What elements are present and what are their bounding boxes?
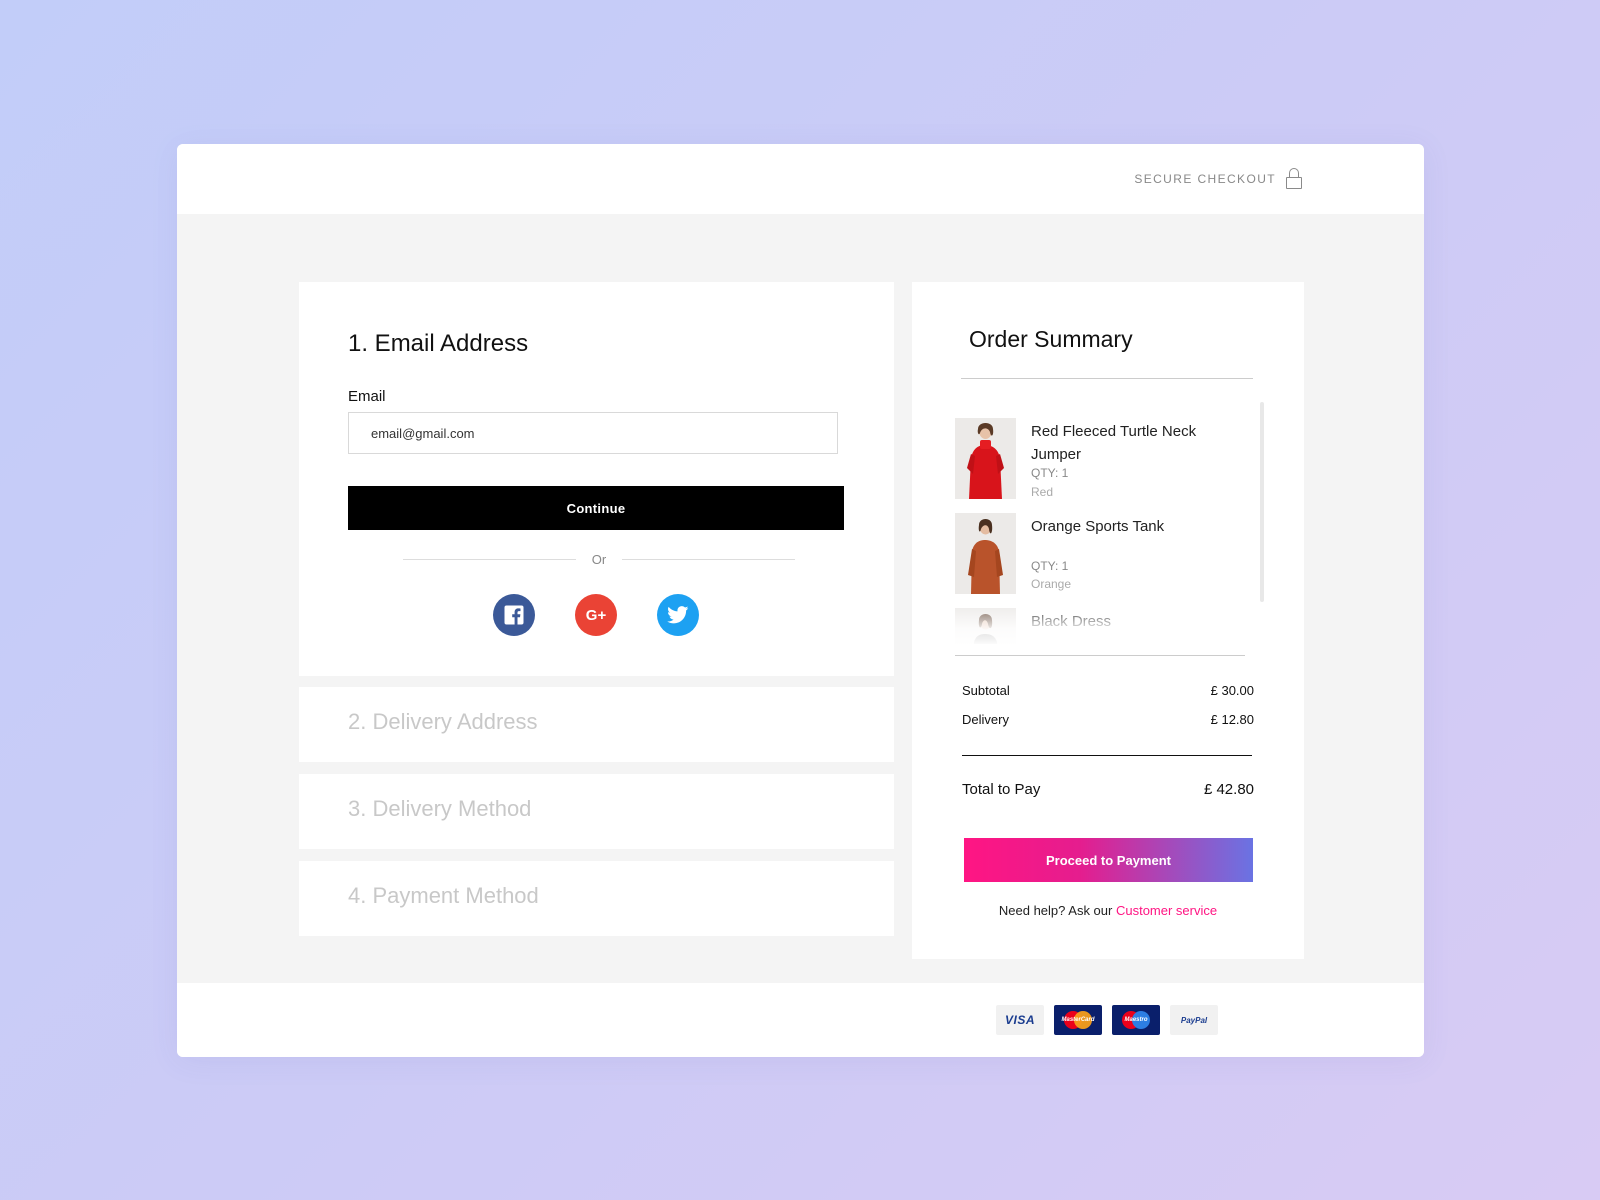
lock-icon xyxy=(1286,168,1302,190)
top-bar: SECURE CHECKOUT xyxy=(177,144,1424,214)
item-color: Orange xyxy=(1031,577,1072,591)
subtotal-label: Subtotal xyxy=(962,683,1010,698)
checkout-window: SECURE CHECKOUT 1. Email Address Email C… xyxy=(177,144,1424,1057)
item-name: Orange Sports Tank xyxy=(1031,518,1165,535)
mastercard-label: MasterCard xyxy=(1061,1017,1095,1023)
order-summary-panel: Order Summary Red Fleeced Turtle Neck Ju… xyxy=(912,282,1304,959)
email-step-panel: 1. Email Address Email Continue Or G+ xyxy=(299,282,894,676)
maestro-label: Maestro xyxy=(1124,1017,1148,1023)
total-divider xyxy=(962,755,1252,756)
item-name: Red Fleeced Turtle Neck Jumper xyxy=(1031,423,1197,463)
item-qty: QTY: 1 xyxy=(1031,466,1069,480)
secure-checkout-label: SECURE CHECKOUT xyxy=(1134,172,1276,186)
help-prefix: Need help? Ask our xyxy=(998,903,1113,918)
email-field[interactable] xyxy=(348,412,838,454)
help-text: Need help? Ask our Customer service xyxy=(912,903,1304,918)
divider-line xyxy=(622,559,796,560)
total-row: Total to Pay £ 42.80 xyxy=(962,781,1254,798)
subtotal-value: £ 30.00 xyxy=(1210,683,1254,698)
divider-line xyxy=(403,559,576,560)
proceed-to-payment-button[interactable]: Proceed to Payment xyxy=(964,838,1253,882)
delivery-method-title: 3. Delivery Method xyxy=(348,796,532,821)
payment-method-step[interactable]: 4. Payment Method xyxy=(299,861,894,936)
order-item[interactable]: Red Fleeced Turtle Neck Jumper QTY: 1 Re… xyxy=(955,418,1245,500)
or-divider: Or xyxy=(403,552,796,567)
delivery-address-title: 2. Delivery Address xyxy=(348,709,538,734)
facebook-login-button[interactable] xyxy=(493,594,535,636)
footer: VISA MasterCard Maestro PayPal xyxy=(177,983,1424,1057)
google-plus-icon: G+ xyxy=(585,606,607,624)
secure-checkout-indicator: SECURE CHECKOUT xyxy=(1134,168,1302,190)
delivery-address-step[interactable]: 2. Delivery Address xyxy=(299,687,894,762)
paypal-icon: PayPal xyxy=(1170,1005,1218,1035)
item-qty: QTY: 1 xyxy=(1031,559,1069,573)
items-scrollbar[interactable] xyxy=(1260,402,1264,602)
continue-button[interactable]: Continue xyxy=(348,486,844,530)
facebook-icon xyxy=(504,605,524,625)
delivery-method-step[interactable]: 3. Delivery Method xyxy=(299,774,894,849)
delivery-label: Delivery xyxy=(962,712,1009,727)
total-label: Total to Pay xyxy=(962,781,1041,798)
order-item[interactable]: Orange Sports Tank QTY: 1 Orange xyxy=(955,513,1245,595)
email-field-label: Email xyxy=(348,388,386,405)
twitter-login-button[interactable] xyxy=(657,594,699,636)
summary-divider xyxy=(955,655,1245,656)
mastercard-icon: MasterCard xyxy=(1054,1005,1102,1035)
item-color: Red xyxy=(1031,485,1054,499)
order-item[interactable]: Black Dress xyxy=(955,608,1245,644)
product-thumbnail xyxy=(955,608,1016,644)
product-thumbnail xyxy=(955,418,1016,499)
email-step-title: 1. Email Address xyxy=(348,330,529,357)
payment-cards: VISA MasterCard Maestro PayPal xyxy=(996,1005,1218,1035)
total-value: £ 42.80 xyxy=(1203,781,1254,798)
customer-service-link[interactable]: Customer service xyxy=(1116,903,1217,918)
twitter-icon xyxy=(667,606,689,624)
order-summary-title: Order Summary xyxy=(969,326,1133,352)
order-items-list[interactable]: Red Fleeced Turtle Neck Jumper QTY: 1 Re… xyxy=(955,418,1245,644)
delivery-value: £ 12.80 xyxy=(1210,712,1254,727)
product-thumbnail xyxy=(955,513,1016,594)
maestro-icon: Maestro xyxy=(1112,1005,1160,1035)
social-login-group: G+ xyxy=(493,594,699,636)
visa-icon: VISA xyxy=(996,1005,1044,1035)
summary-divider xyxy=(961,378,1253,379)
delivery-row: Delivery £ 12.80 xyxy=(962,712,1254,727)
payment-method-title: 4. Payment Method xyxy=(348,883,539,908)
item-name: Black Dress xyxy=(1031,613,1112,630)
google-plus-login-button[interactable]: G+ xyxy=(575,594,617,636)
subtotal-row: Subtotal £ 30.00 xyxy=(962,683,1254,698)
or-label: Or xyxy=(591,552,607,567)
